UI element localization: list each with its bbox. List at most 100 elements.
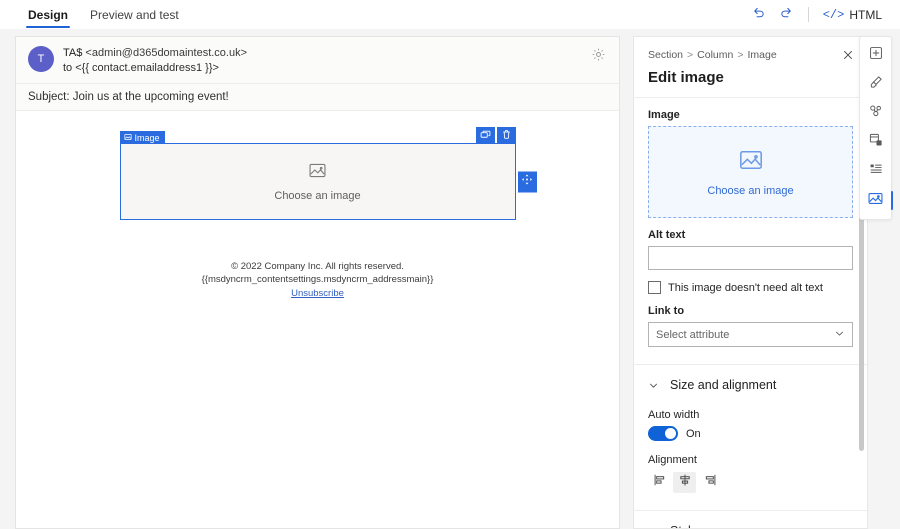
selected-image-block: Image <box>120 143 516 220</box>
subject-bar[interactable]: Subject: Join us at the upcoming event! <box>16 84 619 111</box>
delete-block-button[interactable] <box>497 127 516 144</box>
view-tabs: Design Preview and test <box>0 0 187 29</box>
avatar: T <box>28 46 54 72</box>
size-and-alignment-section-header[interactable]: Size and alignment <box>648 365 853 396</box>
link-to-value: Select attribute <box>656 329 729 341</box>
rail-theme-button[interactable] <box>862 99 889 128</box>
breadcrumb-item-image[interactable]: Image <box>748 49 777 61</box>
auto-width-toggle[interactable] <box>648 426 678 441</box>
redo-icon <box>779 5 794 25</box>
close-panel-button[interactable] <box>839 47 857 65</box>
alt-text-input[interactable] <box>648 246 853 270</box>
email-header: T TA$ <admin@d365domaintest.co.uk> to <{… <box>16 37 619 84</box>
block-type-label: Image <box>135 133 160 143</box>
sender-line: TA$ <admin@d365domaintest.co.uk> <box>63 46 247 61</box>
breadcrumb-item-column[interactable]: Column <box>697 49 733 61</box>
rail-content-list-button[interactable] <box>862 157 889 186</box>
image-icon <box>867 190 884 212</box>
subject-value: Join us at the upcoming event! <box>73 91 229 103</box>
move-block-handle[interactable] <box>518 171 537 192</box>
unsubscribe-link[interactable]: Unsubscribe <box>291 287 344 300</box>
auto-width-label: Auto width <box>648 409 853 421</box>
rail-add-element-button[interactable] <box>862 41 889 70</box>
code-icon: </> <box>823 8 845 22</box>
alt-text-label: Alt text <box>648 229 853 241</box>
brush-icon <box>868 74 884 95</box>
html-button[interactable]: </> HTML <box>817 3 888 27</box>
panel-scroll-area: Image Choose an image Alt text This imag… <box>634 97 867 528</box>
align-right-button[interactable] <box>698 472 721 493</box>
size-and-alignment-title: Size and alignment <box>670 378 776 392</box>
theme-icon <box>868 103 884 124</box>
style-section-title: Style <box>670 524 698 528</box>
chevron-down-icon <box>834 328 845 342</box>
close-icon <box>842 49 854 64</box>
top-actions: </> HTML <box>746 0 900 29</box>
panel-title: Edit image <box>648 69 853 86</box>
redo-button[interactable] <box>774 3 800 27</box>
duplicate-icon <box>480 127 491 145</box>
duplicate-block-button[interactable] <box>476 127 495 144</box>
align-center-icon <box>678 473 692 492</box>
image-placeholder-label: Choose an image <box>274 190 360 202</box>
tab-preview-and-test[interactable]: Preview and test <box>82 0 187 29</box>
style-section-header[interactable]: Style <box>648 511 853 528</box>
breadcrumb-item-section[interactable]: Section <box>648 49 683 61</box>
layout-icon <box>868 132 884 153</box>
edit-image-panel: Section > Column > Image Edit image Imag… <box>633 36 868 529</box>
block-type-tag[interactable]: Image <box>120 131 165 144</box>
gear-icon <box>591 47 606 67</box>
add-element-icon <box>868 45 884 66</box>
rail-image-button[interactable] <box>862 186 889 215</box>
image-placeholder-block[interactable]: Choose an image <box>120 143 516 220</box>
rail-brush-button[interactable] <box>862 70 889 99</box>
tab-preview-and-test-label: Preview and test <box>90 8 179 22</box>
tab-design[interactable]: Design <box>20 0 76 29</box>
alignment-options <box>648 472 853 493</box>
toggle-knob <box>665 428 676 439</box>
breadcrumb-separator-1: > <box>687 49 693 61</box>
chevron-down-icon <box>648 380 659 391</box>
address-block: TA$ <admin@d365domaintest.co.uk> to <{{ … <box>63 45 247 76</box>
recipient-line: to <{{ contact.emailaddress1 }}> <box>63 61 247 76</box>
workspace: T TA$ <admin@d365domaintest.co.uk> to <{… <box>0 29 900 529</box>
no-alt-text-checkbox[interactable] <box>648 281 661 294</box>
footer-copyright: © 2022 Company Inc. All rights reserved. <box>16 260 619 273</box>
subject-label: Subject: <box>28 91 70 103</box>
rail-layout-button[interactable] <box>862 128 889 157</box>
sender-name: TA$ <box>63 47 82 59</box>
tab-design-label: Design <box>28 8 68 22</box>
chevron-right-icon <box>648 526 659 529</box>
breadcrumb: Section > Column > Image <box>648 49 853 61</box>
image-icon <box>738 147 764 178</box>
link-to-select[interactable]: Select attribute <box>648 322 853 347</box>
image-field-label: Image <box>648 109 853 121</box>
email-footer: © 2022 Company Inc. All rights reserved.… <box>16 260 619 300</box>
image-tag-icon <box>124 133 132 143</box>
image-dropzone[interactable]: Choose an image <box>648 126 853 218</box>
alignment-label: Alignment <box>648 454 853 466</box>
sender-email: <admin@d365domaintest.co.uk> <box>85 47 247 59</box>
no-alt-text-label: This image doesn't need alt text <box>668 282 823 294</box>
image-placeholder-icon <box>308 161 327 185</box>
move-handle-icon <box>521 173 533 191</box>
email-settings-button[interactable] <box>589 48 607 66</box>
trash-icon <box>501 127 512 145</box>
align-left-icon <box>653 473 667 492</box>
block-toolbar <box>476 127 516 144</box>
email-body: Image <box>16 111 619 528</box>
undo-icon <box>751 5 766 25</box>
toolbar-divider <box>808 7 809 22</box>
align-center-button[interactable] <box>673 472 696 493</box>
avatar-initial: T <box>38 53 45 65</box>
breadcrumb-separator-2: > <box>737 49 743 61</box>
content-list-icon <box>868 161 884 182</box>
panel-header: Section > Column > Image Edit image <box>634 37 867 97</box>
align-right-icon <box>703 473 717 492</box>
undo-button[interactable] <box>746 3 772 27</box>
no-alt-text-checkbox-row[interactable]: This image doesn't need alt text <box>648 281 853 294</box>
auto-width-state: On <box>686 428 701 440</box>
align-left-button[interactable] <box>648 472 671 493</box>
footer-address-token: {{msdyncrm_contentsettings.msdyncrm_addr… <box>16 273 619 286</box>
auto-width-row: On <box>648 426 853 441</box>
